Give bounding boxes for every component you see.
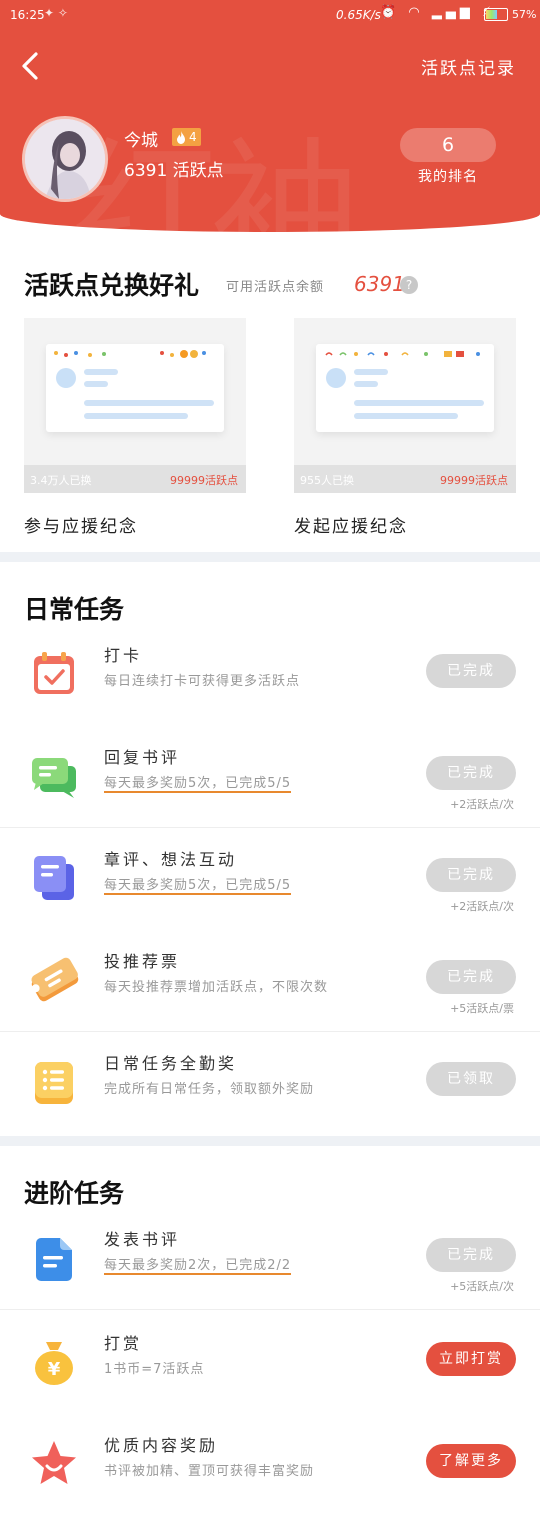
confetti-decoration [325, 351, 480, 357]
task-reward: +2活跃点/次 [450, 798, 514, 811]
task-description: 每天最多奖励2次，已完成2/2 [104, 1254, 292, 1275]
profile-header: 红袖 16:25 ✦ ✧ 0.65K/s ⏰ ◠ ▂▄▆ ⚡ 57% 活跃点记录… [0, 0, 540, 232]
task-row-quality-content: 优质内容奖励 书评被加精、置顶可获得丰富奖励 了解更多 [0, 1414, 540, 1516]
gift-exchange-count: 955人已换 [300, 474, 354, 487]
avatar[interactable] [22, 116, 108, 202]
task-description: 每天最多奖励5次，已完成5/5 [104, 874, 292, 895]
task-row-recommend-ticket: 投推荐票 每天投推荐票增加活跃点，不限次数 已完成 +5活跃点/票 [0, 930, 540, 1032]
preview-line [354, 413, 458, 419]
gift-cost: 99999活跃点 [170, 474, 238, 487]
task-name: 投推荐票 [104, 952, 181, 971]
preview-line [84, 369, 118, 375]
gift-card-start[interactable]: 955人已换 99999活跃点 [294, 318, 516, 493]
activity-points: 6391 活跃点 [124, 161, 224, 181]
back-button[interactable] [16, 48, 48, 84]
gift-footer: 3.4万人已换 99999活跃点 [24, 465, 246, 493]
activity-record-link[interactable]: 活跃点记录 [421, 54, 516, 79]
section-divider [0, 552, 540, 562]
preview-line [84, 413, 188, 419]
preview-avatar-placeholder [56, 368, 76, 388]
section-divider [0, 1136, 540, 1146]
gift-name: 发起应援纪念 [294, 517, 408, 537]
task-description: 每日连续打卡可获得更多活跃点 [104, 674, 301, 689]
balance-value: 6391 [354, 272, 405, 296]
task-description: 书评被加精、置顶可获得丰富奖励 [104, 1464, 315, 1479]
avatar-image [25, 119, 105, 199]
task-reward: +2活跃点/次 [450, 900, 514, 913]
balance-label: 可用活跃点余额 [226, 280, 325, 295]
system-icons: ⏰ ◠ ▂▄▆ ⚡ [380, 5, 496, 20]
task-status-button[interactable]: 已领取 [426, 1062, 516, 1096]
task-status-button[interactable]: 已完成 [426, 960, 516, 994]
username: 今城 [124, 131, 158, 151]
status-bar: 16:25 ✦ ✧ 0.65K/s ⏰ ◠ ▂▄▆ ⚡ 57% [0, 0, 540, 30]
task-description: 每天投推荐票增加活跃点，不限次数 [104, 980, 329, 995]
chevron-left-icon [22, 52, 38, 80]
tip-now-button[interactable]: 立即打赏 [426, 1342, 516, 1376]
task-status-button[interactable]: 已完成 [426, 1238, 516, 1272]
star-icon [32, 1441, 76, 1484]
notification-icons: ✦ ✧ [44, 6, 68, 20]
flame-icon [177, 130, 185, 144]
help-icon[interactable]: ? [400, 276, 418, 294]
notes-stack-icon [34, 856, 74, 900]
gift-preview [46, 344, 224, 432]
task-name: 打卡 [104, 646, 143, 665]
task-row-post-review: 发表书评 每天最多奖励2次，已完成2/2 已完成 +5活跃点/次 [0, 1208, 540, 1310]
gift-card-join[interactable]: 3.4万人已换 99999活跃点 [24, 318, 246, 493]
task-name: 日常任务全勤奖 [104, 1054, 238, 1073]
task-name: 优质内容奖励 [104, 1436, 219, 1455]
task-name: 回复书评 [104, 748, 181, 767]
gift-exchange-count: 3.4万人已换 [30, 474, 92, 487]
preview-line [354, 381, 378, 387]
task-row-checkin: 打卡 每日连续打卡可获得更多活跃点 已完成 [0, 624, 540, 726]
task-status-button[interactable]: 已完成 [426, 858, 516, 892]
document-icon [36, 1238, 72, 1281]
preview-line [84, 400, 214, 406]
task-row-tip: ¥ 打赏 1书币=7活跃点 立即打赏 [0, 1312, 540, 1414]
task-description: 1书币=7活跃点 [104, 1362, 205, 1377]
task-name: 打赏 [104, 1334, 143, 1353]
exchange-title: 活跃点兑换好礼 [24, 271, 200, 300]
calendar-check-icon [34, 652, 74, 694]
task-row-full-attendance: 日常任务全勤奖 完成所有日常任务，领取额外奖励 已领取 [0, 1032, 540, 1134]
task-reward: +5活跃点/次 [450, 1280, 514, 1293]
battery-icon [484, 8, 508, 21]
task-description: 每天最多奖励5次，已完成5/5 [104, 772, 292, 793]
task-status-button[interactable]: 已完成 [426, 756, 516, 790]
gift-cost: 99999活跃点 [440, 474, 508, 487]
gift-footer: 955人已换 99999活跃点 [294, 465, 516, 493]
task-name: 发表书评 [104, 1230, 181, 1249]
learn-more-button[interactable]: 了解更多 [426, 1444, 516, 1478]
status-time: 16:25 [10, 8, 45, 22]
level-badge: 4 [172, 128, 201, 146]
task-row-reply-review: 回复书评 每天最多奖励5次，已完成5/5 已完成 +2活跃点/次 [0, 726, 540, 828]
preview-line [354, 369, 388, 375]
preview-line [354, 400, 484, 406]
confetti-decoration [54, 350, 206, 358]
battery-percent: 57% [512, 8, 537, 21]
list-icon [35, 1062, 73, 1104]
task-status-button[interactable]: 已完成 [426, 654, 516, 688]
advanced-tasks-title: 进阶任务 [24, 1179, 125, 1208]
preview-avatar-placeholder [326, 368, 346, 388]
chat-bubbles-icon [32, 758, 76, 798]
gift-name: 参与应援纪念 [24, 517, 138, 537]
network-speed: 0.65K/s [336, 8, 381, 22]
level-value: 4 [189, 130, 197, 144]
preview-line [84, 381, 108, 387]
daily-tasks-title: 日常任务 [24, 595, 125, 624]
task-name: 章评、想法互动 [104, 850, 238, 869]
rank-label: 我的排名 [418, 169, 478, 185]
rank-value[interactable]: 6 [400, 128, 496, 162]
task-row-chapter-comment: 章评、想法互动 每天最多奖励5次，已完成5/5 已完成 +2活跃点/次 [0, 828, 540, 930]
ticket-icon [31, 957, 79, 1002]
gift-preview [316, 344, 494, 432]
money-bag-icon: ¥ [35, 1342, 73, 1385]
svg-text:¥: ¥ [48, 1359, 61, 1380]
task-reward: +5活跃点/票 [450, 1002, 514, 1015]
task-description: 完成所有日常任务，领取额外奖励 [104, 1082, 315, 1097]
